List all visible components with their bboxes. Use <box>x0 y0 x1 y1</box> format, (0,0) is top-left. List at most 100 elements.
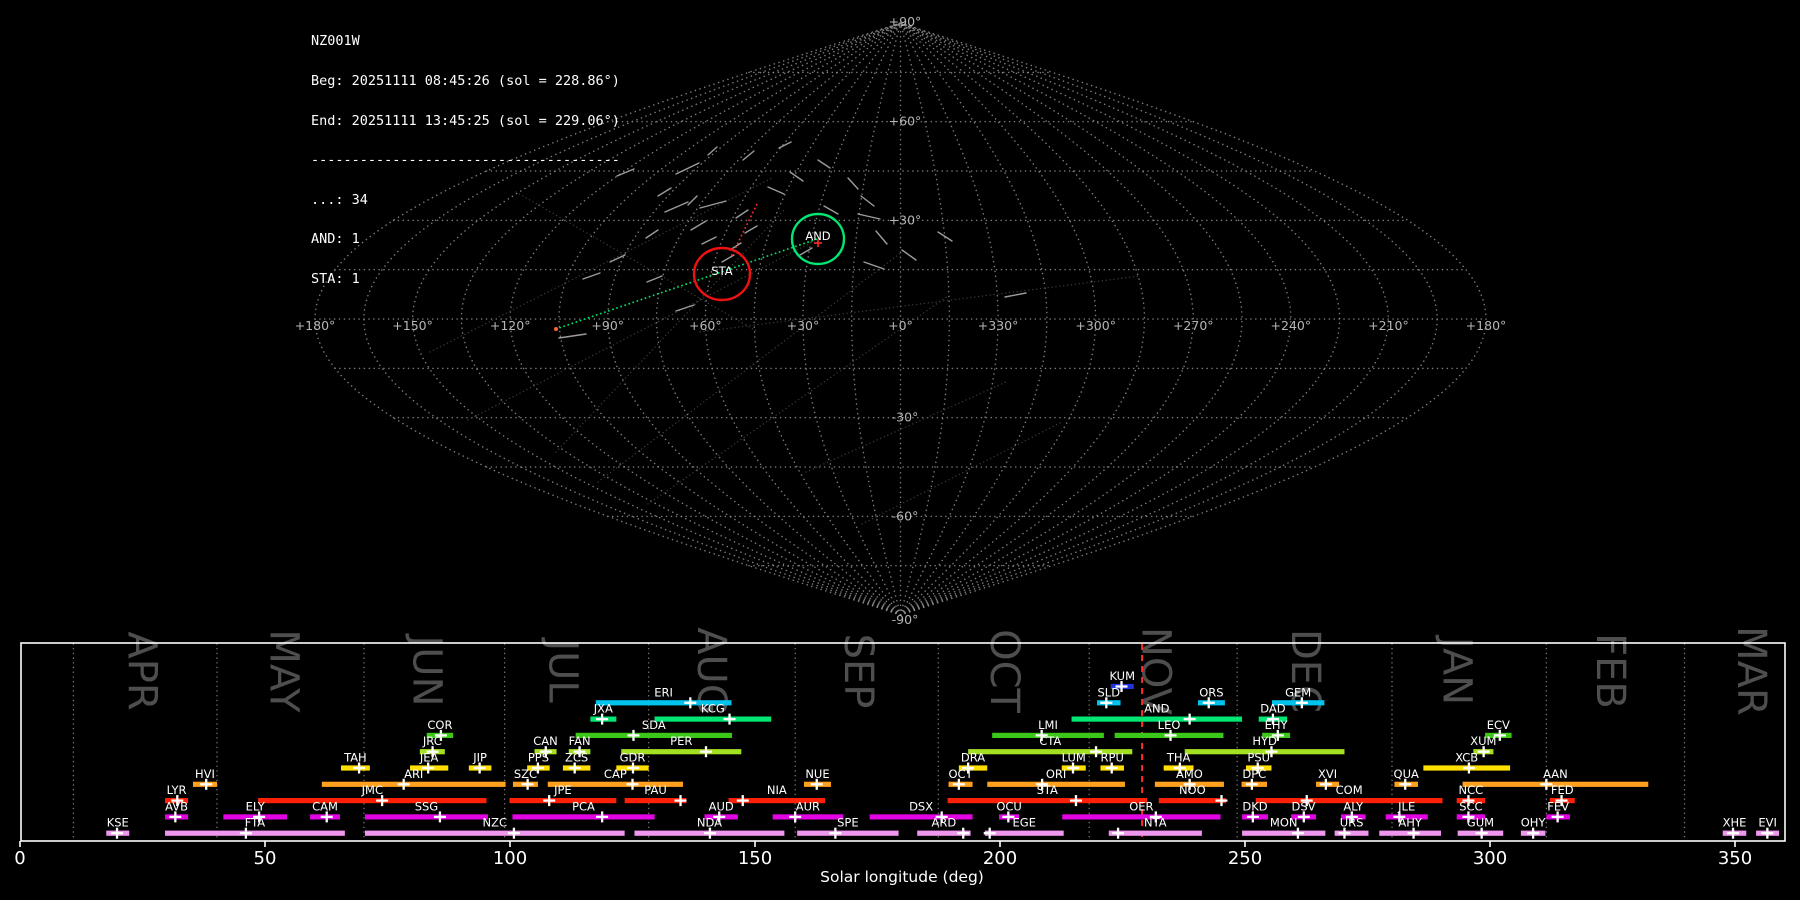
station-id: NZ001W <box>311 33 360 50</box>
shower-code-label: LMI <box>1038 718 1058 732</box>
meteor-trail <box>690 220 707 231</box>
shower-code-label: SDA <box>642 718 666 732</box>
shower-code-label: ARI <box>404 767 423 781</box>
meteor-trail <box>744 225 758 234</box>
shower-OCT: OCT <box>949 767 974 790</box>
shower-code-label: OCT <box>949 767 974 781</box>
ra-label: +0° <box>888 318 913 333</box>
shower-EVI: EVI <box>1756 816 1780 839</box>
activity-bar <box>984 830 1064 836</box>
shower-code-label: NOO <box>1179 783 1206 797</box>
x-axis-title: Solar longitude (deg) <box>820 868 984 886</box>
meridian-line <box>899 22 1195 616</box>
meteor-trail <box>857 213 881 220</box>
shower-AVB: AVB <box>165 799 188 823</box>
count-sporadic: ...: 34 <box>311 191 368 208</box>
dec-label: +60° <box>889 114 922 129</box>
shower-code-label: AUD <box>709 799 734 813</box>
activity-bar <box>654 716 772 722</box>
axis-tick-label: 350 <box>1718 848 1752 869</box>
ra-label: +240° <box>1271 318 1312 333</box>
meteor-trail <box>767 186 785 195</box>
observation-begin: Beg: 20251111 08:45:26 (sol = 228.86°) <box>311 73 620 89</box>
month-label-mar: MAR <box>1728 626 1774 716</box>
meteor-trail <box>701 236 717 245</box>
association-line <box>597 251 903 483</box>
shower-CAM: CAM <box>310 799 340 823</box>
shower-code-label: AHY <box>1398 816 1423 830</box>
shower-code-label: FAN <box>569 734 591 748</box>
ra-label: +300° <box>1075 318 1116 333</box>
activity-bar <box>869 814 973 820</box>
shower-code-label: AND <box>1144 702 1169 716</box>
activity-bar <box>797 830 899 836</box>
meteor-trail <box>664 201 689 213</box>
shower-code-label: DAD <box>1260 702 1286 716</box>
axis-tick-label: 200 <box>983 848 1017 869</box>
dec-label: -30° <box>892 410 919 425</box>
shower-code-label: KCG <box>701 702 725 716</box>
shower-code-label: XVI <box>1318 767 1337 781</box>
activity-bar <box>1062 814 1221 820</box>
shower-code-label: PSU <box>1247 751 1270 765</box>
activity-bar <box>947 798 1147 804</box>
shower-code-label: PER <box>670 734 692 748</box>
activity-bar <box>575 732 732 738</box>
axis-tick-label: 250 <box>1228 848 1262 869</box>
ra-label: +180° <box>295 318 336 333</box>
shower-code-label: PPS <box>528 751 549 765</box>
shower-code-label: ALY <box>1343 799 1364 813</box>
ra-label: +150° <box>392 318 433 333</box>
shower-code-label: KUM <box>1109 669 1135 683</box>
activity-bar <box>772 814 844 820</box>
shower-code-label: AUR <box>796 799 820 813</box>
radiant-circle-sta: STA <box>692 246 752 302</box>
meteor-trail <box>735 209 749 219</box>
shower-code-label: CAM <box>312 799 338 813</box>
shower-NDA: NDA <box>634 816 785 839</box>
shower-code-label: STA <box>1037 783 1058 797</box>
month-label-sep: SEP <box>835 634 881 709</box>
activity-bar <box>364 830 625 836</box>
shower-code-label: AMO <box>1176 767 1203 781</box>
shower-code-label: DSV <box>1292 799 1316 813</box>
shower-code-label: LEO <box>1158 718 1181 732</box>
shower-code-label: DKD <box>1242 799 1267 813</box>
trajectory-start-dot <box>554 327 558 331</box>
shower-code-label: NDA <box>697 816 722 830</box>
meteor-trail <box>687 195 698 206</box>
shower-code-label: CAP <box>604 767 627 781</box>
shower-code-label: SZC <box>514 767 537 781</box>
month-label-may: MAY <box>261 629 307 713</box>
meteor-trail <box>558 333 587 339</box>
meteor-trail <box>799 247 813 256</box>
shower-code-label: ERI <box>654 685 673 699</box>
shower-code-label: MON <box>1270 816 1298 830</box>
ra-label: +60° <box>689 318 722 333</box>
shower-TAH: TAH <box>340 751 370 774</box>
shower-code-label: LUM <box>1062 751 1086 765</box>
shower-SLD: SLD <box>1097 685 1121 709</box>
shower-code-label: COR <box>427 718 452 732</box>
meteor-trail <box>817 159 831 169</box>
shower-code-label: COM <box>1336 783 1363 797</box>
meteor-trail <box>721 254 735 263</box>
shower-code-label: EGE <box>1013 816 1036 830</box>
shower-code-label: NZC <box>483 816 508 830</box>
shower-code-label: OCU <box>996 799 1022 813</box>
shower-code-label: ORS <box>1199 685 1223 699</box>
shower-code-label: URS <box>1340 816 1364 830</box>
meteor-trail <box>937 231 953 242</box>
activity-bar <box>258 798 487 804</box>
shower-code-label: QUA <box>1394 767 1419 781</box>
month-label-oct: OCT <box>981 629 1027 713</box>
shower-code-label: KSE <box>107 816 129 830</box>
shower-FEV: FEV <box>1546 799 1570 823</box>
shower-RPU: RPU <box>1100 751 1124 774</box>
ra-label: +30° <box>787 318 820 333</box>
activity-bar <box>512 814 655 820</box>
activity-bar <box>1242 830 1326 836</box>
shower-code-label: DRA <box>961 751 985 765</box>
shower-code-label: HVI <box>195 767 215 781</box>
association-line <box>805 381 1007 473</box>
